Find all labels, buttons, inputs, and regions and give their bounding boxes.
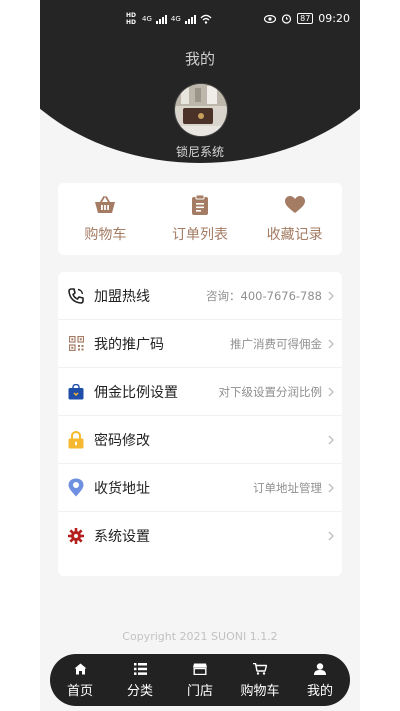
chevron-right-icon [328,291,334,300]
basket-icon [94,194,116,216]
menu-item-settings[interactable]: 系统设置 [58,512,342,560]
location-pin-icon [68,478,84,497]
menu-item-password[interactable]: 密码修改 [58,416,342,464]
menu-item-promo-code[interactable]: 我的推广码 推广消费可得佣金 [58,320,342,368]
tab-label: 门店 [186,684,213,699]
menu-item-label: 我的推广码 [94,336,164,353]
hd-indicator: HD HD [126,12,137,26]
tab-cart[interactable]: 购物车 [230,654,290,706]
quick-action-label: 收藏记录 [266,227,323,243]
status-left: HD HD 4G 4G [126,12,212,26]
eye-icon [264,14,277,23]
menu-item-detail: 对下级设置分润比例 [218,384,323,399]
menu-card: 加盟热线 咨询：400-7676-788 我的推广码 推广消费可得佣金 佣金比例… [58,272,342,576]
chevron-right-icon [328,435,334,444]
copyright-text: Copyright 2021 SUONI 1.1.2 [122,630,278,643]
page-title: 我的 [184,50,215,68]
menu-item-label: 佣金比例设置 [94,384,178,401]
tab-label: 首页 [66,684,93,699]
list-icon [133,662,147,676]
clipboard-icon [192,194,208,216]
menu-item-detail: 推广消费可得佣金 [230,336,322,351]
lock-icon [68,430,84,449]
phone-screen: HD HD 4G 4G 87 09:20 我的 锁尼系统 购物车 订单列表 收藏… [40,0,360,711]
tab-mine[interactable]: 我的 [290,654,350,706]
network-label: 4G [142,15,152,23]
battery-icon: 87 [297,13,314,24]
quick-action-favorites[interactable]: 收藏记录 [247,183,342,255]
signal-icon-2 [184,14,196,24]
quick-action-label: 购物车 [84,227,127,243]
alarm-icon [282,14,292,24]
tab-label: 分类 [126,684,153,699]
status-bar: HD HD 4G 4G 87 09:20 [40,0,360,36]
clock: 09:20 [318,12,350,25]
quick-action-orders[interactable]: 订单列表 [153,183,248,255]
cart-icon [253,662,267,676]
menu-item-label: 加盟热线 [94,288,150,305]
store-icon [193,662,207,676]
menu-item-detail: 咨询：400-7676-788 [206,288,322,303]
chevron-right-icon [328,339,334,348]
menu-item-label: 密码修改 [94,432,150,449]
tab-label: 我的 [306,684,333,699]
menu-item-commission[interactable]: 佣金比例设置 对下级设置分润比例 [58,368,342,416]
gear-icon [68,527,84,545]
menu-item-detail: 订单地址管理 [253,480,322,495]
tab-home[interactable]: 首页 [50,654,110,706]
wifi-icon [200,14,212,24]
signal-icon [155,14,167,24]
menu-item-label: 系统设置 [94,529,150,545]
user-icon [314,662,326,676]
quick-action-label: 订单列表 [172,227,228,243]
avatar[interactable] [174,83,228,137]
qrcode-icon [68,335,84,353]
quick-actions-card: 购物车 订单列表 收藏记录 [58,183,342,255]
tab-category[interactable]: 分类 [110,654,170,706]
quick-action-cart[interactable]: 购物车 [58,183,153,255]
network-label-2: 4G [170,15,181,23]
bag-icon [68,383,84,401]
status-right: 87 09:20 [264,12,350,25]
phone-icon [68,287,84,305]
menu-item-hotline[interactable]: 加盟热线 咨询：400-7676-788 [58,272,342,320]
username: 锁尼系统 [175,145,224,159]
menu-item-address[interactable]: 收货地址 订单地址管理 [58,464,342,512]
menu-item-label: 收货地址 [94,480,150,497]
home-icon [74,662,87,676]
heart-icon [284,194,305,216]
chevron-right-icon [328,387,334,396]
tab-label: 购物车 [240,684,280,699]
tab-store[interactable]: 门店 [170,654,230,706]
bottom-tab-bar: 首页 分类 门店 购物车 我的 [50,654,350,706]
chevron-right-icon [328,483,334,492]
chevron-right-icon [328,531,334,541]
